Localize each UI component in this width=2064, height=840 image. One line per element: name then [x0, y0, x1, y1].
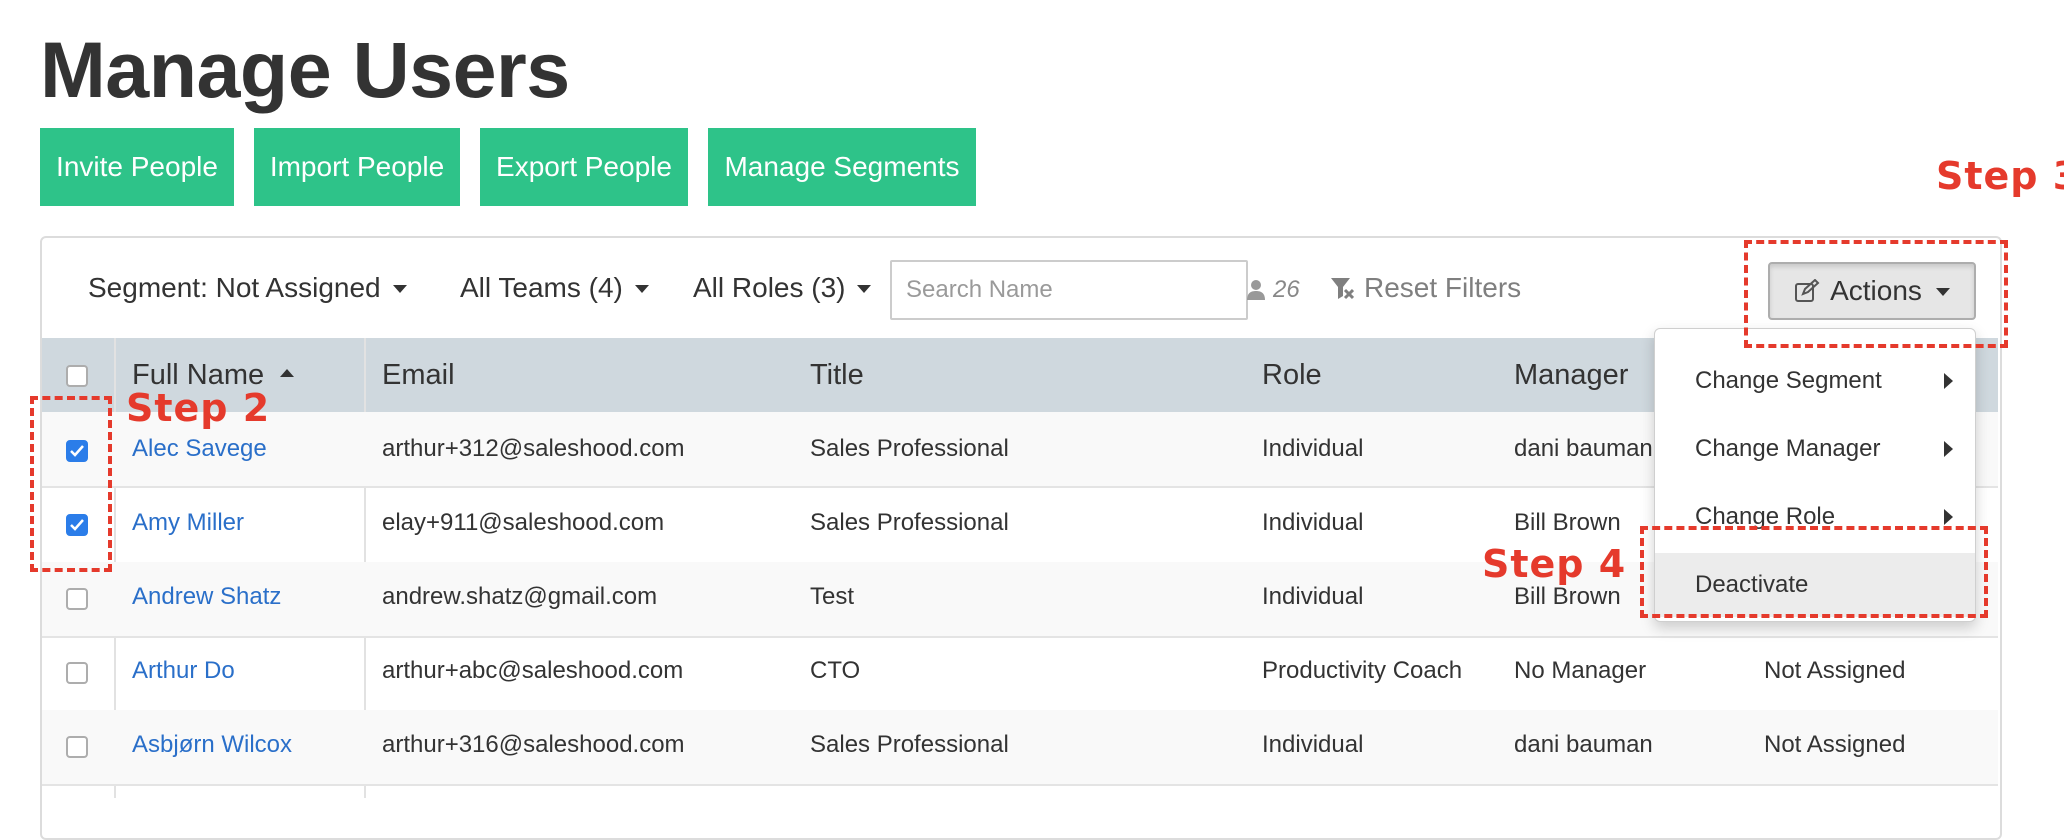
- sort-ascending-icon: [280, 369, 295, 378]
- user-icon: [1247, 280, 1265, 300]
- user-email: arthur+316@saleshood.com: [382, 731, 685, 758]
- user-segment: Not Assigned: [1764, 657, 1906, 684]
- column-header-email[interactable]: Email: [382, 338, 455, 412]
- user-role: Individual: [1262, 509, 1364, 536]
- user-role: Individual: [1262, 435, 1364, 462]
- menu-item-label: Change Segment: [1695, 367, 1882, 394]
- user-manager: No Manager: [1514, 657, 1647, 684]
- segment-filter[interactable]: Segment: Not Assigned: [88, 272, 407, 304]
- user-email: arthur+abc@saleshood.com: [382, 657, 684, 684]
- menu-item-label: Change Manager: [1695, 435, 1881, 462]
- reset-filters-label: Reset Filters: [1364, 272, 1522, 303]
- step-4-label: Step 4: [1482, 542, 1627, 586]
- user-role: Productivity Coach: [1262, 657, 1463, 684]
- chevron-down-icon: [857, 285, 872, 293]
- search-name-input[interactable]: [890, 260, 1248, 320]
- step-3-highlight-box: [1744, 240, 2008, 348]
- user-name-link[interactable]: Asbjørn Wilcox: [132, 708, 292, 782]
- user-title: Sales Professional: [810, 731, 1009, 758]
- user-title: Test: [810, 583, 855, 610]
- user-name-link[interactable]: Amy Miller: [132, 486, 244, 560]
- manage-segments-button[interactable]: Manage Segments: [708, 128, 976, 206]
- user-role: Individual: [1262, 731, 1364, 758]
- user-email: elay+911@saleshood.com: [382, 509, 665, 536]
- segment-filter-label: Segment: Not Assigned: [88, 272, 381, 303]
- teams-filter[interactable]: All Teams (4): [460, 272, 649, 304]
- column-header-manager[interactable]: Manager: [1514, 338, 1628, 412]
- page-title: Manage Users: [40, 25, 570, 114]
- row-checkbox[interactable]: [66, 662, 88, 684]
- submenu-arrow-icon: [1944, 373, 1953, 389]
- teams-filter-label: All Teams (4): [460, 272, 623, 303]
- roles-filter[interactable]: All Roles (3): [693, 272, 872, 304]
- user-manager: dani bauman: [1514, 731, 1653, 758]
- row-checkbox[interactable]: [66, 736, 88, 758]
- submenu-arrow-icon: [1944, 509, 1953, 525]
- row-checkbox[interactable]: [66, 588, 88, 610]
- chevron-down-icon: [634, 285, 649, 293]
- import-people-button[interactable]: Import People: [254, 128, 460, 206]
- user-title: CTO: [810, 657, 861, 684]
- menu-item-change-manager[interactable]: Change Manager: [1655, 417, 1975, 481]
- select-all-checkbox[interactable]: [66, 365, 88, 387]
- menu-item-change-segment[interactable]: Change Segment: [1655, 349, 1975, 413]
- filter-clear-icon: [1331, 278, 1354, 300]
- roles-filter-label: All Roles (3): [693, 272, 846, 303]
- user-manager: dani bauman: [1514, 435, 1653, 462]
- step-2-highlight-box: [30, 396, 112, 572]
- user-count: 26: [1247, 276, 1300, 304]
- step-3-label: Step 3: [1936, 154, 2064, 198]
- table-row: [42, 636, 1998, 712]
- step-2-label: Step 2: [126, 386, 271, 430]
- user-email: andrew.shatz@gmail.com: [382, 583, 658, 610]
- user-title: Sales Professional: [810, 435, 1009, 462]
- chevron-down-icon: [392, 285, 407, 293]
- table-row: [42, 710, 1998, 786]
- user-email: arthur+312@saleshood.com: [382, 435, 685, 462]
- column-header-role[interactable]: Role: [1262, 338, 1322, 412]
- export-people-button[interactable]: Export People: [480, 128, 688, 206]
- invite-people-button[interactable]: Invite People: [40, 128, 234, 206]
- user-name-link[interactable]: Andrew Shatz: [132, 560, 281, 634]
- reset-filters-button[interactable]: Reset Filters: [1330, 272, 1521, 304]
- user-segment: Not Assigned: [1764, 731, 1906, 758]
- user-title: Sales Professional: [810, 509, 1009, 536]
- user-role: Individual: [1262, 583, 1364, 610]
- column-header-title[interactable]: Title: [810, 338, 864, 412]
- user-name-link[interactable]: Arthur Do: [132, 634, 235, 708]
- submenu-arrow-icon: [1944, 441, 1953, 457]
- user-count-value: 26: [1273, 276, 1300, 303]
- step-4-highlight-box: [1640, 526, 1988, 618]
